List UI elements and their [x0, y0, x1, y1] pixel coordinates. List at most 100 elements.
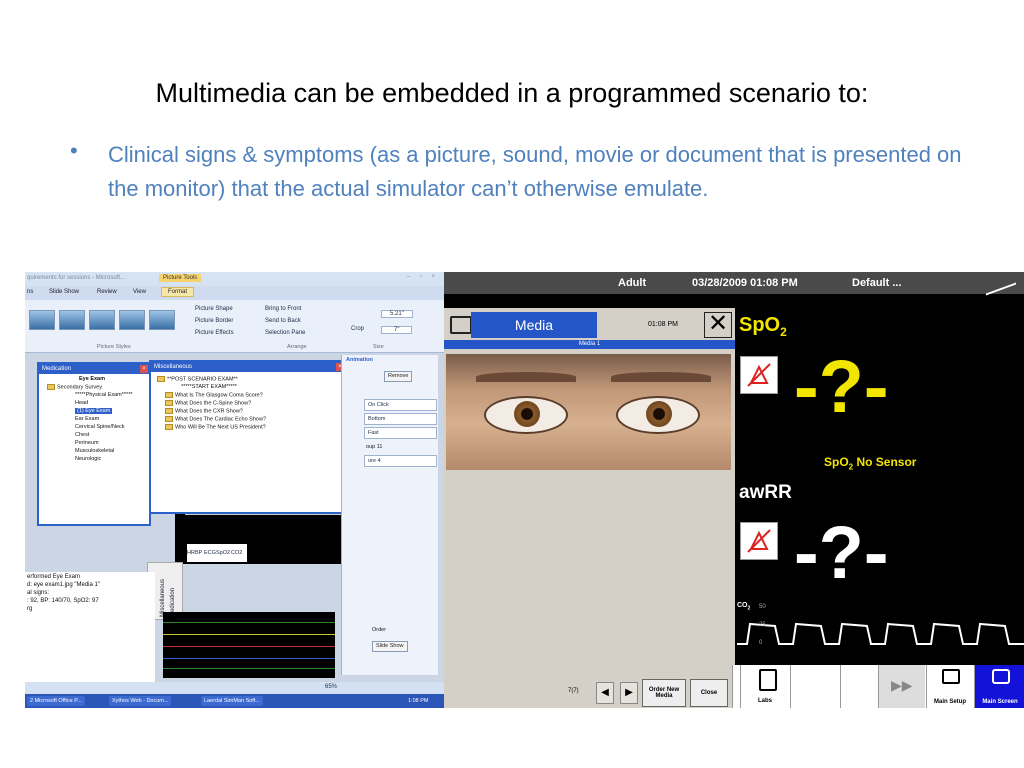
tree-item[interactable]: Ear Exam: [75, 416, 99, 422]
picture-effects-button[interactable]: Picture Effects: [195, 330, 234, 336]
log-line: : 92, BP: 140/70, SpO2: 97: [27, 598, 99, 604]
slide-title: Multimedia can be embedded in a programm…: [155, 78, 869, 108]
prev-arrow-icon[interactable]: ◀: [596, 682, 614, 704]
speed-select[interactable]: Fast: [364, 427, 437, 439]
spo2-value: -?-: [794, 345, 889, 428]
tree-item[interactable]: What Does The Cardiac Echo Show?: [165, 416, 266, 422]
direction-select[interactable]: Bottom: [364, 413, 437, 425]
picture-style-thumb[interactable]: [29, 310, 55, 330]
picture-style-thumb[interactable]: [89, 310, 115, 330]
fast-forward-button[interactable]: ▶▶: [878, 665, 925, 708]
animation-panel-title: Animation: [346, 357, 373, 363]
picture-tools-tab[interactable]: Picture Tools: [159, 274, 202, 282]
taskbar-item[interactable]: 2 Microsoft Office P...: [27, 696, 85, 706]
slide-show-button[interactable]: Slide Show: [372, 641, 408, 652]
tab-ecg[interactable]: ECG: [204, 550, 216, 556]
tree-item[interactable]: Chest: [75, 432, 89, 438]
picture-shape-button[interactable]: Picture Shape: [195, 306, 233, 312]
misc-panel-title: Miscellaneous: [151, 362, 345, 372]
co2-scale: 50: [759, 604, 766, 610]
window-controls[interactable]: – ▫ ×: [407, 274, 439, 280]
miscellaneous-panel: Miscellaneous × **POST SCENARIO EXAM** *…: [149, 360, 347, 514]
media-home-icon[interactable]: [450, 316, 472, 334]
taskbar-item[interactable]: Xythos Web - Docum...: [109, 696, 172, 706]
log-line: rg: [27, 606, 33, 612]
tab-spo2[interactable]: SpO2: [216, 550, 230, 556]
media-tab[interactable]: Media: [471, 312, 597, 338]
reorder-label[interactable]: Order: [372, 627, 386, 633]
picture-style-thumb[interactable]: [59, 310, 85, 330]
main-setup-button[interactable]: Main Setup: [926, 665, 973, 708]
tree-item[interactable]: *****START EXAM*****: [181, 384, 237, 390]
tree-item[interactable]: Who Will Be The Next US President?: [165, 424, 266, 430]
iris: [646, 401, 672, 427]
tab-bp[interactable]: BP: [195, 550, 202, 556]
patient-monitor: Adult 03/28/2009 01:08 PM Default ... Me…: [444, 272, 1024, 708]
alarm-off-icon[interactable]: [740, 356, 778, 394]
co2-trace: [737, 622, 1024, 645]
picture-style-thumb[interactable]: [119, 310, 145, 330]
trend-line: [163, 646, 335, 647]
tree-item[interactable]: Secondary Survey: [47, 384, 102, 390]
tab-review[interactable]: Review: [97, 289, 117, 295]
tree-item[interactable]: Neurologic: [75, 456, 101, 462]
log-line: erformed Eye Exam: [27, 574, 81, 580]
co2-scale: 25: [759, 622, 766, 628]
tree-item-selected[interactable]: (1) Eye Exam: [75, 408, 113, 414]
selection-pane-button[interactable]: Selection Pane: [265, 330, 305, 336]
height-field[interactable]: 5.21": [381, 310, 413, 318]
tree-item[interactable]: Cervical Spine/Neck: [75, 424, 125, 430]
awrr-label: awRR: [739, 482, 792, 503]
group-label: Picture Styles: [97, 344, 131, 350]
taskbar-item[interactable]: Laerdal SimMan Soft...: [201, 696, 263, 706]
tab-slide-show[interactable]: Slide Show: [49, 289, 79, 295]
remove-button[interactable]: Remove: [384, 371, 413, 382]
empty-button[interactable]: [840, 665, 877, 708]
width-field[interactable]: 7": [381, 326, 413, 334]
tab-hr[interactable]: HR: [187, 550, 195, 556]
tree-item[interactable]: Musculoskeletal: [75, 448, 114, 454]
start-select[interactable]: On Click: [364, 399, 437, 411]
picture-select[interactable]: ure 4: [364, 455, 437, 467]
button-cell[interactable]: [732, 665, 739, 708]
volume-icon[interactable]: [986, 272, 1016, 296]
close-icon[interactable]: ✕: [704, 312, 732, 338]
tree-item[interactable]: Perineum: [75, 440, 99, 446]
eye-exam-photo: [446, 354, 731, 470]
labs-button[interactable]: Labs: [740, 665, 789, 708]
tab-view[interactable]: View: [133, 289, 146, 295]
spo2-label: SpO2: [739, 314, 787, 339]
bring-to-front-button[interactable]: Bring to Front: [265, 306, 301, 312]
waveform-line: [185, 514, 355, 515]
medication-panel: Medication × Eye Exam Secondary Survey *…: [37, 362, 151, 526]
tab-ns[interactable]: ns: [27, 289, 33, 295]
close-icon[interactable]: ×: [140, 365, 148, 373]
zoom-level[interactable]: 65%: [325, 684, 337, 690]
main-screen-button[interactable]: Main Screen: [974, 665, 1024, 708]
group-label: oup 11: [366, 444, 383, 450]
tree-item[interactable]: What Does the C-Spine Show?: [165, 400, 251, 406]
office-screenshot: quirements for sessions - Microsoft... P…: [25, 272, 445, 708]
folder-icon: [165, 408, 173, 414]
tree-item[interactable]: Head: [75, 400, 88, 406]
close-media-button[interactable]: Close: [690, 679, 728, 707]
eye: [484, 396, 568, 434]
tree-item[interactable]: *****Physical Exam*****: [75, 392, 132, 398]
empty-button[interactable]: [790, 665, 839, 708]
tree-item[interactable]: What Does the CXR Show?: [165, 408, 243, 414]
next-arrow-icon[interactable]: ▶: [620, 682, 638, 704]
iris: [514, 401, 540, 427]
order-new-media-button[interactable]: Order New Media: [642, 679, 686, 707]
media-time: 01:08 PM: [648, 321, 678, 328]
tab-format[interactable]: Format: [161, 287, 195, 297]
folder-icon: [165, 392, 173, 398]
send-to-back-button[interactable]: Send to Back: [265, 318, 301, 324]
tree-item[interactable]: What Is The Glasgow Coma Score?: [165, 392, 263, 398]
trend-grid: [163, 612, 335, 678]
picture-border-button[interactable]: Picture Border: [195, 318, 233, 324]
picture-style-thumb[interactable]: [149, 310, 175, 330]
tab-co2[interactable]: CO2: [231, 550, 242, 556]
tree-item[interactable]: **POST SCENARIO EXAM**: [157, 376, 238, 382]
alarm-off-icon[interactable]: [740, 522, 778, 560]
crop-button[interactable]: Crop: [351, 326, 364, 332]
